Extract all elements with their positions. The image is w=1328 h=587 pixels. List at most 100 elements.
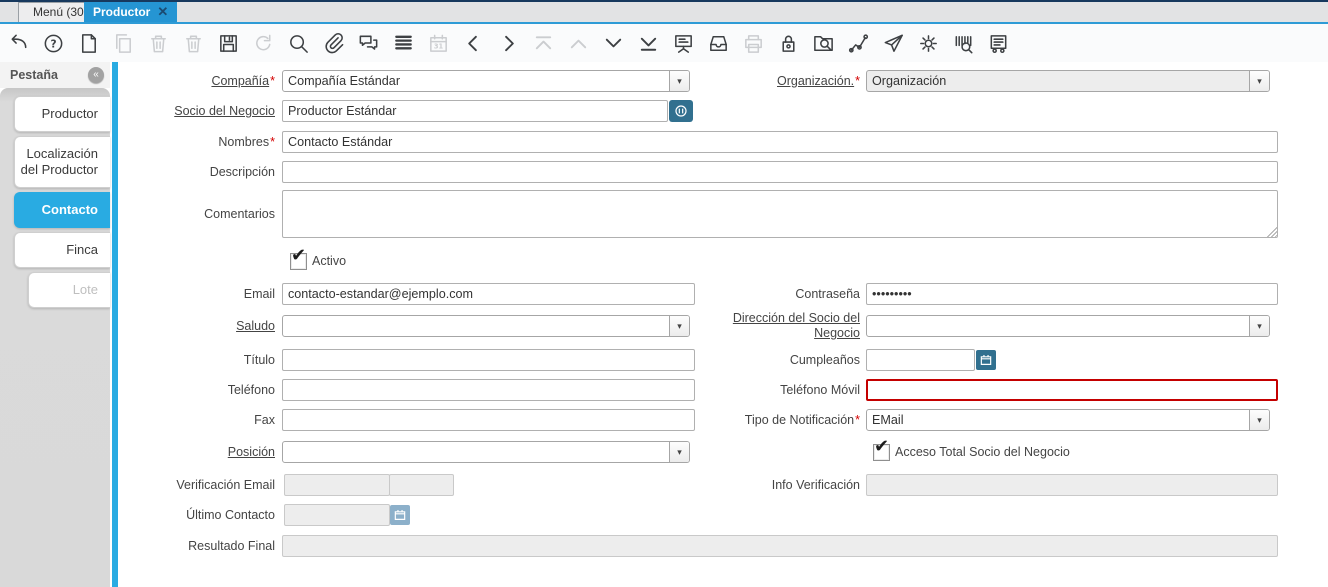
organizacion-input (867, 71, 1249, 91)
previous-record-icon[interactable] (462, 32, 485, 55)
comentarios-textarea[interactable] (282, 190, 1278, 238)
calendar-icon: 31 (427, 32, 450, 55)
sidebar-tab-finca[interactable]: Finca (14, 232, 110, 268)
compania-label: Compañía* (211, 74, 275, 88)
toolbar: ? 31 (0, 24, 1328, 62)
private-record-lock-icon[interactable] (777, 32, 800, 55)
whiteboard-icon[interactable] (672, 32, 695, 55)
application-window: Menú (30) Productor ✕ ? 31 Pestaña « Prod… (0, 0, 1328, 587)
preferences-icon[interactable] (917, 32, 940, 55)
telefono-movil-input[interactable] (866, 379, 1278, 401)
verificacion-email-input-1 (284, 474, 390, 496)
detail-record-icon[interactable] (602, 32, 625, 55)
saludo-select[interactable]: ▾ (282, 315, 690, 337)
copy-record-icon (112, 32, 135, 55)
nombres-input[interactable] (282, 131, 1278, 153)
calendar-icon (980, 355, 992, 365)
cumpleanos-label: Cumpleaños (789, 353, 860, 367)
organizacion-select[interactable]: ▾ (866, 70, 1270, 92)
product-info-icon[interactable] (952, 32, 975, 55)
comentarios-label: Comentarios (204, 207, 275, 221)
find-icon[interactable] (287, 32, 310, 55)
compania-input[interactable] (283, 71, 669, 91)
tab-productor-label: Productor (93, 5, 151, 19)
activo-checkbox[interactable]: ✔ (290, 245, 307, 270)
cumpleanos-calendar-button[interactable] (976, 350, 996, 370)
sidebar-tab-lote: Lote (28, 272, 110, 308)
svg-text:?: ? (50, 38, 56, 50)
sidebar-tab-contacto[interactable]: Contacto (14, 192, 110, 228)
sidebar-tab-list: Productor Localización del Productor Conta… (0, 88, 110, 587)
workflow-icon[interactable] (847, 32, 870, 55)
organizacion-dropdown-icon[interactable]: ▾ (1249, 71, 1269, 91)
posicion-dropdown-icon[interactable]: ▾ (669, 442, 689, 462)
activo-label: Activo (312, 254, 347, 268)
report-icon[interactable] (987, 32, 1010, 55)
ultimo-contacto-input (284, 504, 390, 526)
compania-dropdown-icon[interactable]: ▾ (669, 71, 689, 91)
business-partner-info-button[interactable] (669, 100, 693, 122)
socio-input[interactable] (282, 100, 668, 122)
descripcion-input[interactable] (282, 161, 1278, 183)
tipo-notificacion-label: Tipo de Notificación* (744, 413, 860, 427)
grid-toggle-icon[interactable] (392, 32, 415, 55)
parent-record-icon (567, 32, 590, 55)
sidebar-title: Pestaña (10, 68, 58, 82)
posicion-input[interactable] (283, 442, 669, 462)
tab-sidebar: Pestaña « Productor Localización del Prod… (0, 62, 110, 587)
resultado-final-input (282, 535, 1278, 557)
titulo-label: Título (243, 353, 275, 367)
attachment-icon[interactable] (322, 32, 345, 55)
nombres-label: Nombres* (218, 135, 275, 149)
telefono-movil-label: Teléfono Móvil (780, 383, 860, 397)
sidebar-tab-localizacion-del-productor[interactable]: Localización del Productor (14, 136, 110, 188)
saludo-label: Saludo (236, 319, 275, 333)
print-icon (742, 32, 765, 55)
verificacion-email-label: Verificación Email (176, 478, 275, 492)
descripcion-label: Descripción (209, 165, 275, 179)
direccion-dropdown-icon[interactable]: ▾ (1249, 316, 1269, 336)
tipo-notificacion-input[interactable] (867, 410, 1249, 430)
chat-icon[interactable] (357, 32, 380, 55)
email-input[interactable] (282, 283, 695, 305)
form-area: Compañía* ▾ Organización.* ▾ Socio del N… (118, 62, 1328, 587)
zoom-across-icon[interactable] (812, 32, 835, 55)
last-record-icon[interactable] (637, 32, 660, 55)
collapse-sidebar-icon[interactable]: « (88, 67, 104, 83)
acceso-total-checkbox[interactable]: ✔ (873, 436, 890, 461)
tipo-notificacion-dropdown-icon[interactable]: ▾ (1249, 410, 1269, 430)
compania-select[interactable]: ▾ (282, 70, 690, 92)
direccion-label: Dirección del Socio del Negocio (732, 311, 860, 340)
tipo-notificacion-select[interactable]: ▾ (866, 409, 1270, 431)
info-verificacion-input (866, 474, 1278, 496)
verificacion-email-input-2 (389, 474, 454, 496)
next-record-icon[interactable] (497, 32, 520, 55)
cumpleanos-input[interactable] (866, 349, 975, 371)
posicion-select[interactable]: ▾ (282, 441, 690, 463)
titulo-input[interactable] (282, 349, 695, 371)
svg-text:31: 31 (434, 42, 444, 50)
direccion-select[interactable]: ▾ (866, 315, 1270, 337)
email-label: Email (243, 287, 275, 301)
contrasena-input[interactable] (866, 283, 1278, 305)
archive-icon[interactable] (707, 32, 730, 55)
save-icon[interactable] (217, 32, 240, 55)
fax-input[interactable] (282, 409, 695, 431)
direccion-input[interactable] (867, 316, 1249, 336)
posicion-label: Posición (227, 445, 275, 459)
saludo-dropdown-icon[interactable]: ▾ (669, 316, 689, 336)
close-tab-icon[interactable]: ✕ (157, 2, 168, 22)
sidebar-tab-productor[interactable]: Productor (14, 96, 110, 132)
resize-handle-icon[interactable] (1267, 227, 1277, 237)
tab-productor[interactable]: Productor ✕ (84, 2, 178, 22)
help-icon[interactable]: ? (42, 32, 65, 55)
sidebar-header: Pestaña « (0, 62, 110, 88)
telefono-input[interactable] (282, 379, 695, 401)
undo-icon[interactable] (7, 32, 30, 55)
telefono-label: Teléfono (227, 383, 275, 397)
send-mail-icon[interactable] (882, 32, 905, 55)
saludo-input[interactable] (283, 316, 669, 336)
fax-label: Fax (254, 413, 275, 427)
delete-selection-icon (182, 32, 205, 55)
new-record-icon[interactable] (77, 32, 100, 55)
